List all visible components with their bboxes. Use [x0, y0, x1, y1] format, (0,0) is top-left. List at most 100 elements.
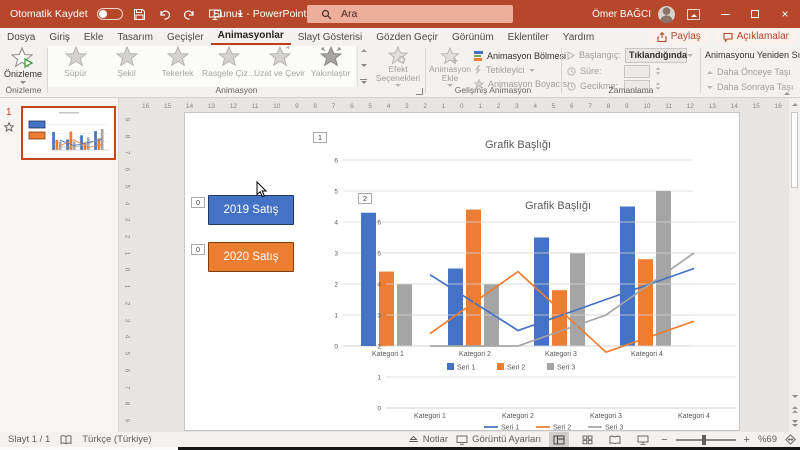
duration-row: Süre: [567, 64, 661, 78]
move-earlier-button[interactable]: Daha Önceye Taşı [707, 65, 791, 79]
animation-pane-icon [474, 51, 483, 61]
search-input[interactable]: Ara [307, 5, 513, 23]
preview-button[interactable]: Önizleme [8, 47, 38, 87]
animation-pane-button[interactable]: Animasyon Bölmesi [474, 49, 566, 63]
ruler-number: 3 [124, 218, 131, 222]
start-play-icon [567, 51, 575, 60]
svg-text:4: 4 [377, 281, 381, 288]
tab-gozden-gecir[interactable]: Gözden Geçir [369, 28, 445, 45]
svg-text:Grafik Başlığı: Grafik Başlığı [525, 200, 591, 212]
move-later-button[interactable]: Daha Sonraya Taşı [707, 80, 793, 94]
ruler-number: 12 [230, 103, 237, 110]
thumbnail-mini-chart [23, 108, 114, 158]
tab-animasyonlar[interactable]: Animasyonlar [211, 28, 291, 45]
add-animation-button[interactable]: Animasyon Ekle [428, 47, 472, 87]
zoom-slider[interactable] [676, 439, 736, 441]
tab-slayt-gosterisi[interactable]: Slayt Gösterisi [291, 28, 369, 45]
button-2020-satis[interactable]: 2020 Satış [208, 242, 294, 272]
tab-giris[interactable]: Giriş [42, 28, 77, 45]
display-settings-button[interactable]: Görüntü Ayarları [456, 434, 541, 445]
ruler-number: 6 [570, 103, 574, 110]
user-avatar[interactable] [658, 6, 675, 23]
tab-dosya[interactable]: Dosya [0, 28, 42, 45]
duration-spinner[interactable] [655, 67, 661, 75]
trigger-button[interactable]: Tetikleyici [474, 63, 535, 77]
language-indicator[interactable]: Türkçe (Türkiye) [82, 434, 151, 445]
collapse-ribbon-icon[interactable] [784, 87, 790, 97]
slideshow-view-button[interactable] [633, 432, 653, 447]
comments-button[interactable]: Açıklamalar [716, 29, 796, 44]
slide-indicator[interactable]: Slayt 1 / 1 [8, 434, 50, 445]
tab-yardim[interactable]: Yardım [556, 28, 602, 45]
animation-indicator-star-icon[interactable] [4, 122, 14, 132]
share-icon [657, 32, 667, 42]
gallery-item-sekil[interactable]: Şekil [101, 46, 152, 84]
start-dropdown[interactable]: Tıklandığında [625, 48, 687, 63]
ruler-number: 14 [731, 103, 738, 110]
notes-button[interactable]: Notlar [408, 434, 448, 445]
tab-tasarim[interactable]: Tasarım [110, 28, 160, 45]
user-name[interactable]: Ömer BAĞCI [592, 9, 651, 20]
notes-icon [408, 435, 419, 444]
gallery-more-icon[interactable] [360, 79, 367, 84]
zoom-in-button[interactable]: + [744, 434, 750, 446]
restore-button[interactable] [740, 0, 770, 28]
gallery-scroll-up-icon[interactable] [361, 49, 367, 52]
gallery-scrollbar [357, 46, 369, 87]
fit-to-window-icon[interactable] [785, 434, 796, 445]
effect-options-button[interactable]: Efekt Seçenekleri [372, 46, 424, 90]
slide-thumbnail-panel[interactable]: 1 [0, 98, 119, 432]
spellcheck-book-icon[interactable] [60, 435, 72, 445]
ruler-number: 11 [252, 103, 259, 110]
previous-slide-icon[interactable] [789, 404, 800, 415]
slide-sorter-view-button[interactable] [577, 432, 597, 447]
scroll-up-icon[interactable] [789, 99, 800, 110]
tab-gorunum[interactable]: Görünüm [445, 28, 501, 45]
reading-view-button[interactable] [605, 432, 625, 447]
duration-input[interactable] [624, 65, 650, 78]
vertical-scrollbar[interactable] [789, 98, 800, 432]
autosave-toggle[interactable] [97, 8, 123, 20]
undo-icon[interactable] [157, 6, 173, 22]
next-slide-icon[interactable] [789, 418, 800, 429]
tab-ekle[interactable]: Ekle [77, 28, 110, 45]
zoom-out-button[interactable]: − [661, 434, 667, 446]
ruler-number: 1 [124, 285, 131, 289]
gallery-item-rasgele-ciz[interactable]: Rasgele Çiz... [203, 46, 254, 84]
animation-order-badge[interactable]: 0 [191, 197, 205, 208]
minimize-button[interactable] [710, 0, 740, 28]
ruler-number: 4 [124, 201, 131, 205]
tab-eklentiler[interactable]: Eklentiler [501, 28, 556, 45]
animation-dialog-launcher-icon[interactable] [416, 88, 423, 95]
gallery-item-yakinlastir[interactable]: Yakınlaştır [305, 46, 356, 84]
tab-gecisler[interactable]: Geçişler [160, 28, 211, 45]
ruler-number: 5 [124, 185, 131, 189]
animation-order-badge[interactable]: 2 [358, 193, 372, 204]
scroll-down-icon[interactable] [789, 391, 800, 402]
ruler-number: 15 [753, 103, 760, 110]
ribbon-display-options-icon[interactable] [687, 9, 700, 20]
gallery-item-supur[interactable]: Süpür [50, 46, 101, 84]
close-button[interactable]: × [770, 0, 800, 28]
ruler-number: 13 [709, 103, 716, 110]
zoom-level[interactable]: %69 [758, 434, 777, 445]
slide-thumbnail[interactable] [21, 106, 116, 160]
save-icon[interactable] [132, 6, 148, 22]
scrollbar-thumb[interactable] [791, 112, 798, 188]
ruler-number: 7 [332, 103, 336, 110]
animation-order-badge[interactable]: 0 [191, 244, 205, 255]
gallery-item-tekerlek[interactable]: Tekerlek [152, 46, 203, 84]
line-chart-object[interactable]: 0123456Kategori 1Kategori 2Kategori 3Kat… [351, 189, 743, 437]
share-button[interactable]: Paylaş [650, 29, 708, 44]
zoom-slider-thumb[interactable] [702, 435, 706, 445]
slide-canvas[interactable]: 0123456Kategori 1Kategori 2Kategori 3Kat… [184, 112, 740, 431]
gallery-item-uzat-ve-cevir[interactable]: Uzat ve Çevir [254, 46, 305, 84]
normal-view-button[interactable] [549, 432, 569, 447]
mouse-cursor [256, 181, 268, 198]
gallery-scroll-down-icon[interactable] [361, 64, 367, 67]
button-2019-satis[interactable]: 2019 Satış [208, 195, 294, 225]
workspace: 1 16151413121110987654321012345678910111… [0, 98, 800, 432]
redo-icon[interactable] [182, 6, 198, 22]
animation-order-badge[interactable]: 1 [313, 132, 327, 143]
ruler-number: 1 [124, 251, 131, 255]
